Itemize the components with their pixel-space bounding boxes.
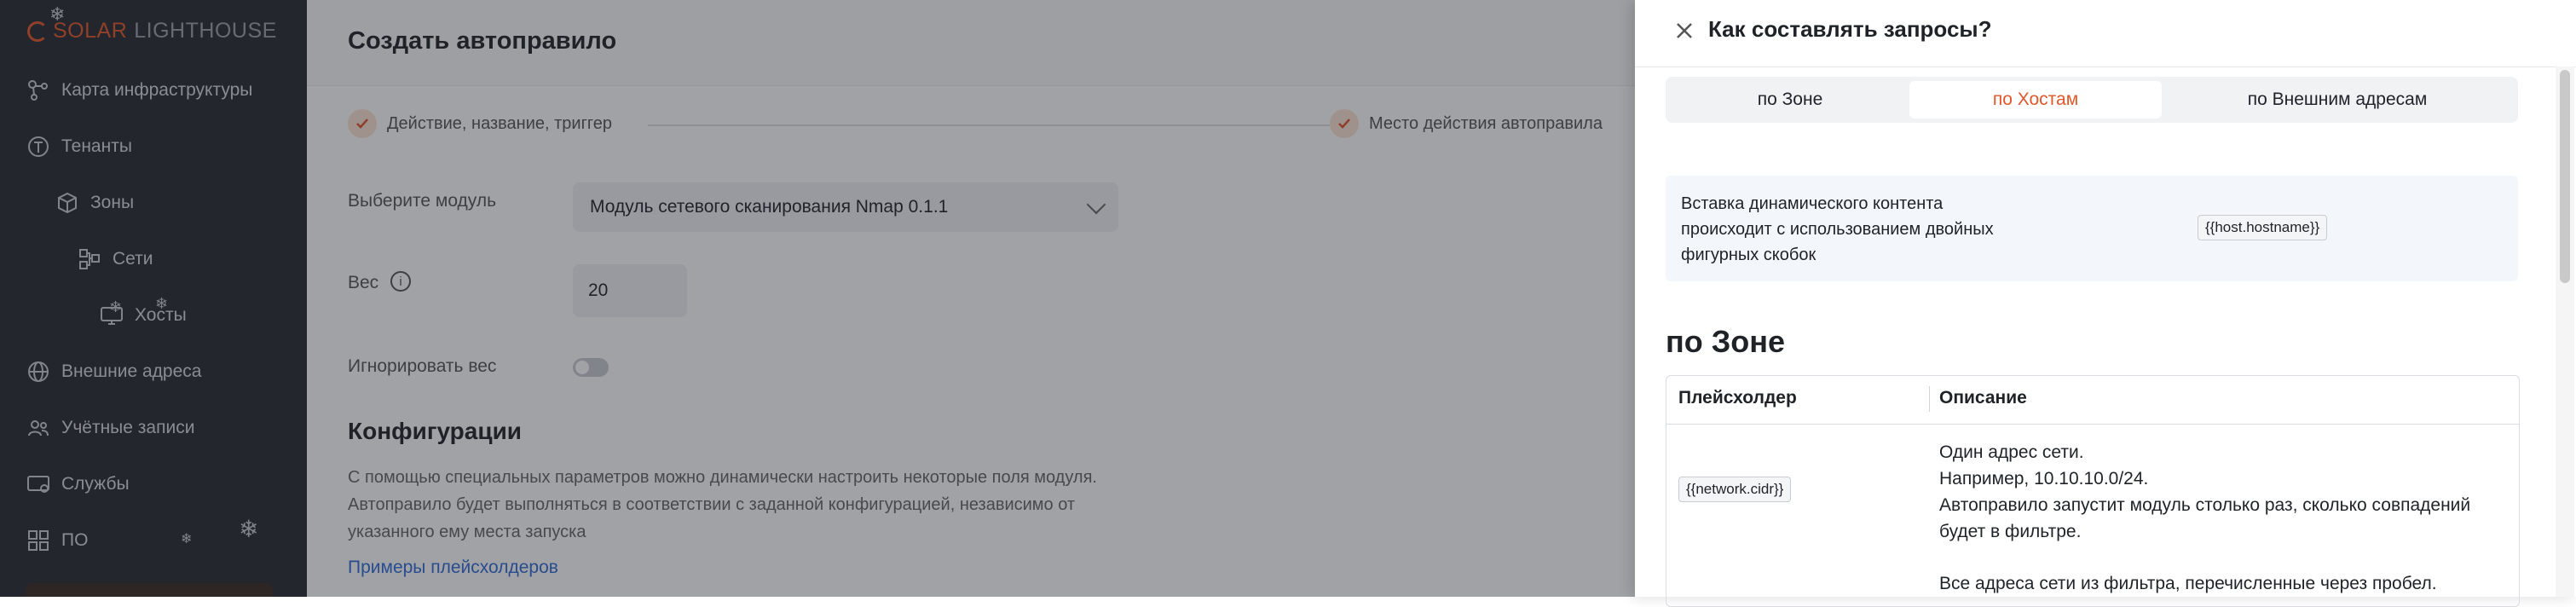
placeholders-table: Плейсхолдер Описание {{network.cidr}} Од… — [1666, 375, 2520, 607]
sidebar-item-networks[interactable]: Сети — [77, 242, 153, 276]
header-divider — [1666, 424, 2519, 425]
service-icon — [27, 476, 49, 493]
main-content: Создать автоправило Действие, название, … — [307, 0, 1637, 597]
network-icon — [79, 249, 100, 269]
sidebar-bottom-item[interactable] — [26, 583, 273, 597]
sidebar-item-zones[interactable]: Зоны — [55, 186, 134, 220]
info-callout: Вставка динамического контента происходи… — [1666, 176, 2518, 281]
app-logo[interactable]: SOLAR LIGHTHOUSE — [27, 19, 277, 43]
close-icon[interactable] — [1672, 19, 1696, 43]
snowflake-icon: ❄ — [109, 298, 123, 315]
page-title: Создать автоправило — [348, 27, 617, 55]
logo-ring-icon — [27, 20, 48, 42]
section-title-zone: по Зоне — [1666, 324, 1786, 359]
sidebar-item-services[interactable]: Службы — [26, 467, 130, 501]
snowflake-icon: ❄ — [239, 516, 259, 542]
placeholders-examples-link[interactable]: Примеры плейсхолдеров — [348, 558, 558, 578]
callout-text: Вставка динамического контента происходи… — [1681, 194, 1994, 264]
step-2[interactable]: Место действия автоправила — [1330, 109, 1603, 138]
module-label: Выберите модуль — [348, 191, 497, 211]
tab-zone[interactable]: по Зоне — [1671, 81, 1909, 119]
ignore-weight-toggle[interactable] — [573, 358, 609, 377]
chevron-down-icon — [1086, 194, 1106, 215]
column-header-placeholder: Плейсхолдер — [1678, 388, 1797, 408]
step-1[interactable]: Действие, название, триггер — [348, 109, 612, 138]
table-row-description: Один адрес сети. Например, 10.10.10.0/24… — [1939, 442, 2471, 541]
ignore-weight-label: Игнорировать вес — [348, 356, 497, 376]
sidebar-item-tenants[interactable]: Тенанты — [26, 130, 132, 164]
table-row-description-partial: Все адреса сети из фильтра, перечисленны… — [1939, 574, 2437, 593]
config-description: С помощью специальных параметров можно д… — [348, 468, 1097, 541]
table-row-placeholder-chip: {{network.cidr}} — [1678, 477, 1792, 502]
tab-external-addresses[interactable]: по Внешним адресам — [2162, 81, 2513, 119]
drawer-header: Как составлять запросы? — [1635, 0, 2576, 67]
step-connector — [648, 124, 1330, 126]
info-icon[interactable]: i — [390, 271, 411, 292]
tab-hosts[interactable]: по Хостам — [1909, 81, 2162, 119]
users-icon — [28, 420, 49, 436]
sidebar-item-external-addresses[interactable]: Внешние адреса — [26, 355, 201, 389]
column-divider — [1929, 386, 1930, 412]
sidebar-item-software[interactable]: ПО — [26, 523, 88, 558]
snowflake-icon: ❄ — [181, 532, 193, 546]
scrollbar-thumb[interactable] — [2560, 70, 2570, 283]
hostname-placeholder-chip: {{host.hostname}} — [2198, 215, 2328, 240]
weight-input[interactable]: 20 — [573, 264, 687, 317]
sidebar-item-infrastructure-map[interactable]: Карта инфраструктуры — [26, 73, 252, 107]
column-header-description: Описание — [1939, 388, 2027, 408]
sidebar: ❄ SOLAR LIGHTHOUSE Карта инфраструктуры … — [0, 0, 307, 597]
graph-icon — [28, 80, 48, 101]
drawer-title: Как составлять запросы? — [1708, 16, 1992, 42]
snowflake-icon: ❄ — [155, 295, 169, 312]
weight-label: Вес — [348, 273, 379, 292]
tenant-icon — [28, 136, 49, 157]
check-icon — [1330, 109, 1359, 138]
globe-icon — [28, 361, 49, 382]
query-tabs: по Зоне по Хостам по Внешним адресам — [1666, 77, 2518, 123]
cube-icon — [58, 192, 77, 214]
help-drawer: Как составлять запросы? по Зоне по Хоста… — [1635, 0, 2576, 607]
module-select[interactable]: Модуль сетевого сканирования Nmap 0.1.1 — [573, 182, 1118, 232]
software-icon — [28, 530, 49, 551]
check-icon — [348, 109, 377, 138]
sidebar-item-accounts[interactable]: Учётные записи — [26, 411, 194, 445]
config-title: Конфигурации — [348, 418, 522, 444]
drawer-scrollbar[interactable] — [2556, 66, 2574, 597]
